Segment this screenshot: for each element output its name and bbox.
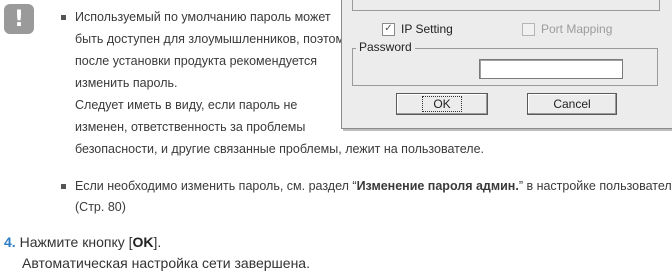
- password-change-link-text: Изменение пароля админ.: [356, 179, 519, 193]
- step-4-result: Автоматическая настройка сети завершена.: [22, 255, 310, 271]
- ok-button[interactable]: OK: [396, 93, 488, 115]
- note-line: Следует иметь в виду, если пароль не: [75, 98, 298, 112]
- note-line: изменить пароль.: [75, 76, 178, 90]
- port-mapping-checkbox[interactable]: Port Mapping: [522, 22, 612, 36]
- cancel-button[interactable]: Cancel: [527, 93, 617, 115]
- checkmark-icon: ✓: [382, 22, 395, 36]
- note-bullet-2-suffix: ” в настройке пользователя.: [518, 179, 672, 193]
- note-line: изменен, ответственность за проблемы: [75, 120, 306, 134]
- password-input[interactable]: [479, 59, 623, 79]
- note-bullet-2-prefix: Если необходимо изменить пароль, см. раз…: [75, 179, 357, 193]
- ip-setting-label: IP Setting: [401, 22, 453, 36]
- note-line: после установки продукта рекомендуется: [75, 54, 318, 68]
- note-bullet-2: Если необходимо изменить пароль, см. раз…: [75, 176, 672, 196]
- step-text-suffix: ].: [153, 234, 162, 250]
- step-number: 4.: [4, 234, 16, 250]
- empty-checkbox-icon: [522, 22, 535, 36]
- ok-button-label: OK: [422, 96, 462, 112]
- ip-setting-checkbox[interactable]: ✓ IP Setting: [382, 22, 453, 36]
- note-line: безопасности, и другие связанные проблем…: [75, 142, 484, 156]
- step-4: 4. Нажмите кнопку [OK]. Автоматическая н…: [4, 232, 310, 274]
- network-setup-dialog: ✓ IP Setting Port Mapping Password OK Ca…: [341, 0, 672, 129]
- note-line: Используемый по умолчанию пароль может: [75, 10, 331, 24]
- password-group-label: Password: [356, 40, 415, 54]
- step-ok-reference: OK: [132, 234, 154, 250]
- port-mapping-label: Port Mapping: [541, 22, 613, 36]
- page-reference: (Стр. 80): [75, 200, 126, 214]
- note-line: быть доступен для злоумышленников, поэто…: [75, 32, 351, 46]
- bullet-marker: [61, 184, 66, 189]
- step-4-instruction: 4. Нажмите кнопку [OK].: [4, 232, 310, 253]
- step-text-prefix: Нажмите кнопку [: [19, 234, 133, 250]
- groupbox-frame: [352, 0, 660, 11]
